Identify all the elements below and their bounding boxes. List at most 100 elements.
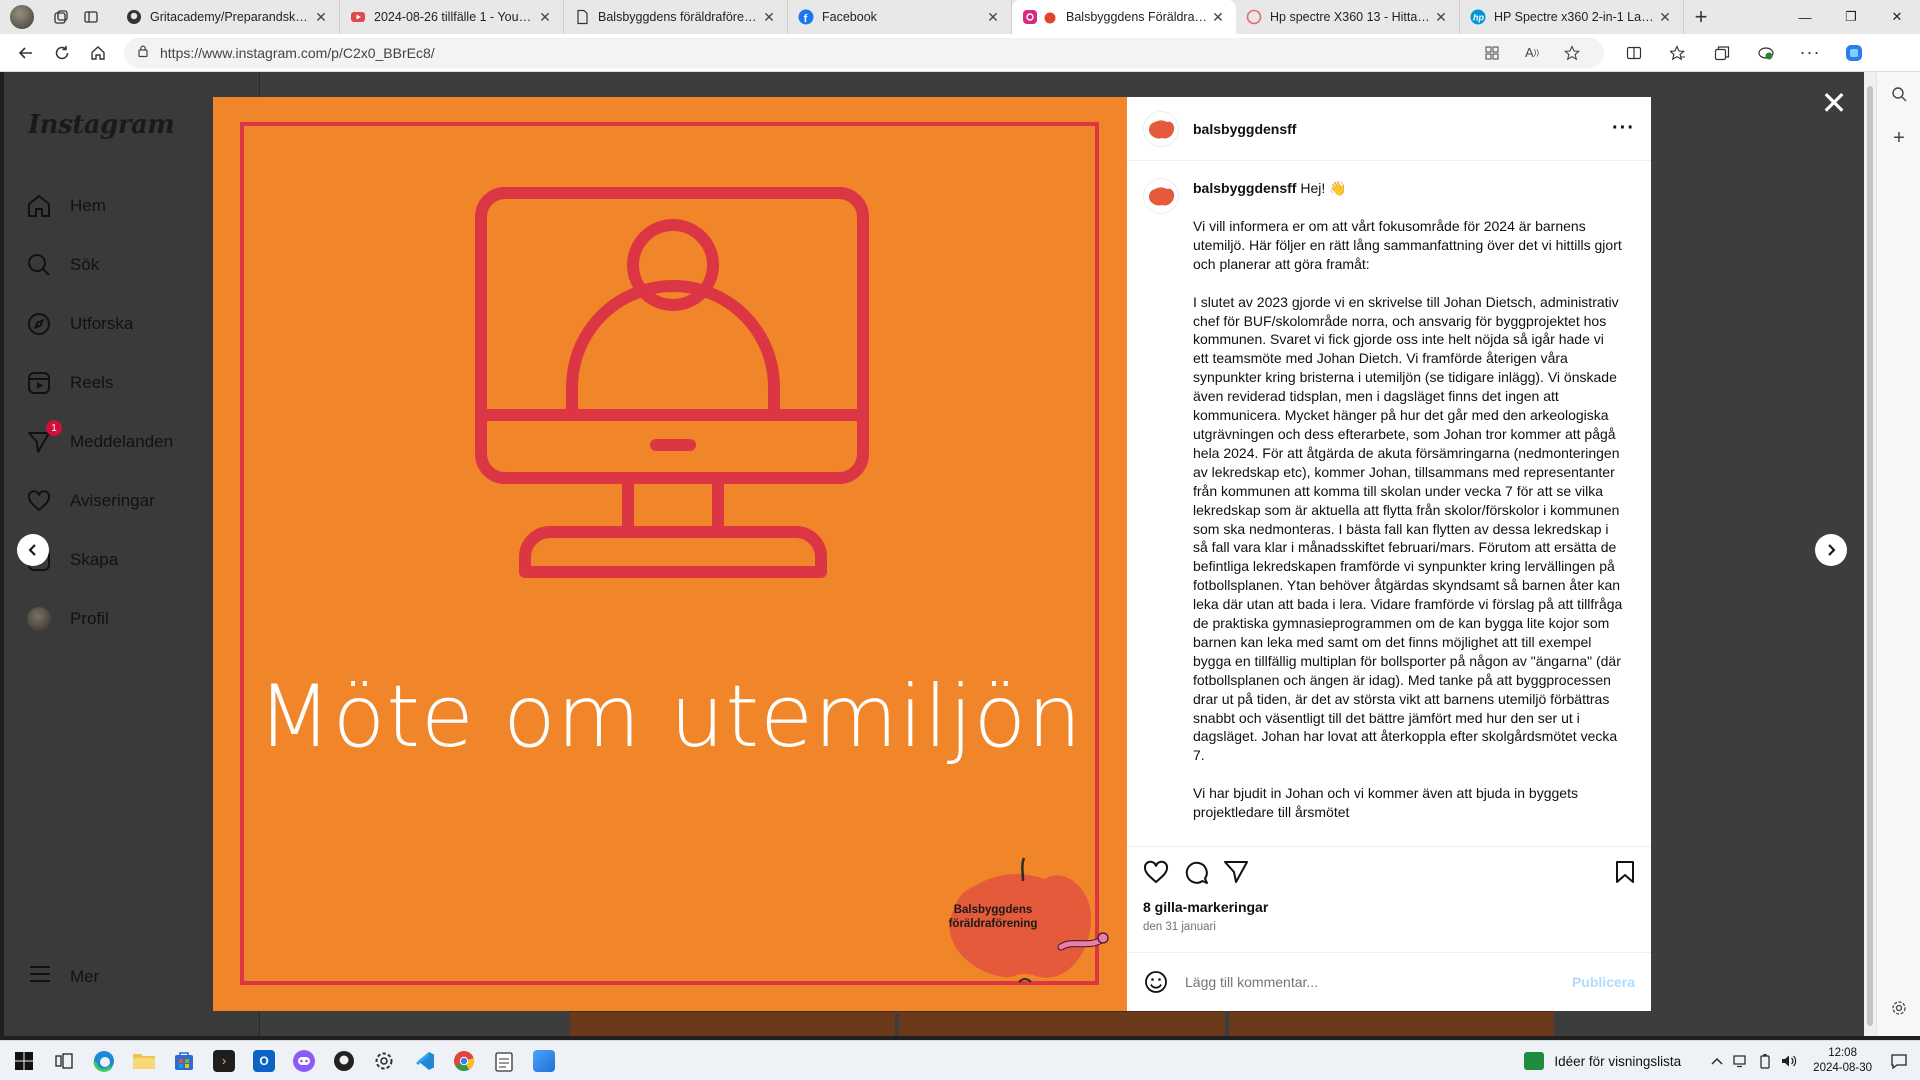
sidebar-item-sok[interactable]: Sök — [24, 241, 244, 289]
app-available-icon[interactable] — [1472, 45, 1512, 61]
sidebar-item-meddelanden[interactable]: 1 Meddelanden — [24, 418, 244, 466]
close-tab-icon[interactable]: ✕ — [1210, 9, 1226, 26]
comment-icon[interactable] — [1183, 857, 1223, 887]
copilot-icon[interactable] — [1832, 37, 1876, 69]
lock-icon[interactable] — [136, 44, 150, 61]
like-heart-icon[interactable] — [1143, 857, 1183, 887]
instagram-logo[interactable]: Instagram — [28, 110, 175, 140]
sidebar-item-skapa[interactable]: Skapa — [24, 536, 244, 584]
close-tab-icon[interactable]: ✕ — [1433, 9, 1449, 26]
sidebar-item-mer[interactable]: Mer — [28, 964, 99, 989]
browser-tab-youtube[interactable]: 2024-08-26 tillfälle 1 - YouTub ✕ — [340, 0, 564, 34]
add-icon[interactable]: + — [1877, 116, 1920, 160]
vscode-icon[interactable] — [404, 1041, 444, 1080]
browser-tab-document[interactable]: Balsbyggdens föräldraförening ✕ — [564, 0, 788, 34]
terminal-icon[interactable]: › — [204, 1041, 244, 1080]
sidebar-item-aviseringar[interactable]: Aviseringar — [24, 477, 244, 525]
favorite-star-icon[interactable] — [1552, 44, 1592, 61]
browser-tab-pricerunner[interactable]: Hp spectre X360 13 - Hitta bäs ✕ — [1236, 0, 1460, 34]
refresh-button[interactable] — [44, 37, 80, 69]
tab-actions-icon[interactable] — [76, 2, 106, 32]
close-tab-icon[interactable]: ✕ — [1657, 9, 1673, 26]
post-username[interactable]: balsbyggdensff — [1193, 121, 1612, 137]
search-icon[interactable] — [1877, 72, 1920, 116]
browser-tab-instagram[interactable]: Balsbyggdens Föräldrafören ✕ — [1012, 0, 1236, 34]
minimize-icon[interactable]: — — [1782, 0, 1828, 34]
windows-start-icon[interactable] — [4, 1041, 44, 1080]
github-icon — [126, 9, 142, 25]
sidebar-item-hem[interactable]: Hem — [24, 182, 244, 230]
task-view-icon[interactable] — [44, 1041, 84, 1080]
notepad-icon[interactable] — [484, 1041, 524, 1080]
emoji-icon[interactable] — [1143, 969, 1173, 995]
settings-gear-icon[interactable] — [1877, 986, 1920, 1030]
browser-essentials-icon[interactable] — [1744, 37, 1788, 69]
store-icon[interactable] — [164, 1041, 204, 1080]
taskbar-clock[interactable]: 12:08 2024-08-30 — [1813, 1046, 1872, 1076]
discord-icon[interactable] — [284, 1041, 324, 1080]
edge-taskbar-icon[interactable] — [84, 1041, 124, 1080]
caption-avatar[interactable] — [1143, 178, 1179, 214]
close-tab-icon[interactable]: ✕ — [761, 9, 777, 26]
bookmark-icon[interactable] — [1595, 857, 1635, 887]
volume-icon[interactable] — [1777, 1054, 1801, 1068]
post-actions: 8 gilla-markeringar den 31 januari — [1127, 846, 1651, 952]
post-image[interactable]: Möte om utemiljön Balsbyggdens föräldraf… — [213, 97, 1127, 1011]
next-post-button[interactable] — [1815, 534, 1847, 566]
chevron-up-icon[interactable] — [1705, 1057, 1729, 1065]
post-date[interactable]: den 31 januari — [1143, 921, 1635, 933]
chrome-icon[interactable] — [444, 1041, 484, 1080]
clock-time: 12:08 — [1828, 1047, 1857, 1059]
publish-button[interactable]: Publicera — [1572, 974, 1635, 990]
back-button[interactable] — [8, 37, 44, 69]
close-tab-icon[interactable]: ✕ — [985, 9, 1001, 26]
svg-text:f: f — [804, 13, 808, 25]
close-tab-icon[interactable]: ✕ — [537, 9, 553, 26]
split-screen-icon[interactable] — [1612, 37, 1656, 69]
network-icon[interactable] — [1729, 1054, 1753, 1068]
collections-icon[interactable] — [1700, 37, 1744, 69]
restore-icon[interactable]: ❐ — [1828, 0, 1874, 34]
notification-center-icon[interactable] — [1886, 1048, 1912, 1074]
likes-count[interactable]: 8 gilla-markeringar — [1143, 899, 1635, 915]
close-tab-icon[interactable]: ✕ — [313, 9, 329, 26]
chevron-left-icon — [28, 544, 36, 556]
github-desktop-icon[interactable] — [324, 1041, 364, 1080]
file-explorer-icon[interactable] — [124, 1041, 164, 1080]
home-button[interactable] — [80, 37, 116, 69]
previous-post-button[interactable] — [17, 534, 49, 566]
settings-more-icon[interactable]: ··· — [1788, 37, 1832, 69]
browser-tab-hp[interactable]: hp HP Spectre x360 2-in-1 Laptop ✕ — [1460, 0, 1684, 34]
more-options-icon[interactable]: ··· — [1612, 117, 1635, 140]
sidebar-item-label: Skapa — [70, 550, 119, 569]
favorites-icon[interactable] — [1656, 37, 1700, 69]
outlook-icon[interactable]: O — [244, 1041, 284, 1080]
reels-icon — [24, 368, 54, 398]
comment-input[interactable] — [1185, 974, 1572, 990]
account-avatar[interactable] — [1143, 110, 1179, 147]
new-tab-button[interactable]: + — [1684, 0, 1718, 34]
browser-tab-facebook[interactable]: f Facebook ✕ — [788, 0, 1012, 34]
sidebar-item-label: Meddelanden — [70, 432, 174, 451]
close-modal-icon[interactable]: ✕ — [1819, 85, 1849, 121]
browser-profile-avatar[interactable] — [10, 5, 34, 29]
paint-icon[interactable] — [524, 1041, 564, 1080]
sidebar-item-utforska[interactable]: Utforska — [24, 300, 244, 348]
browser-tab-github[interactable]: Gritacademy/Preparandskurs: P ✕ — [116, 0, 340, 34]
news-widget[interactable]: Idéer för visningslista — [1524, 1052, 1681, 1070]
pricerunner-icon — [1246, 9, 1262, 25]
url-field[interactable]: https://www.instagram.com/p/C2x0_BBrEc8/… — [124, 37, 1604, 68]
read-aloud-icon[interactable]: A)) — [1512, 45, 1552, 60]
window-close-icon[interactable]: ✕ — [1874, 0, 1920, 34]
page-scrollbar[interactable] — [1864, 72, 1876, 1036]
battery-icon[interactable] — [1753, 1053, 1777, 1069]
sidebar-item-reels[interactable]: Reels — [24, 359, 244, 407]
share-icon[interactable] — [1223, 857, 1263, 887]
chevron-right-icon — [1828, 544, 1836, 556]
tab-title: HP Spectre x360 2-in-1 Laptop — [1494, 10, 1657, 24]
background-post-grid — [570, 1010, 1554, 1036]
sidebar-item-profil[interactable]: Profil — [24, 595, 244, 643]
workspaces-icon[interactable] — [46, 2, 76, 32]
caption-username[interactable]: balsbyggdensff — [1193, 180, 1296, 196]
settings-taskbar-icon[interactable] — [364, 1041, 404, 1080]
